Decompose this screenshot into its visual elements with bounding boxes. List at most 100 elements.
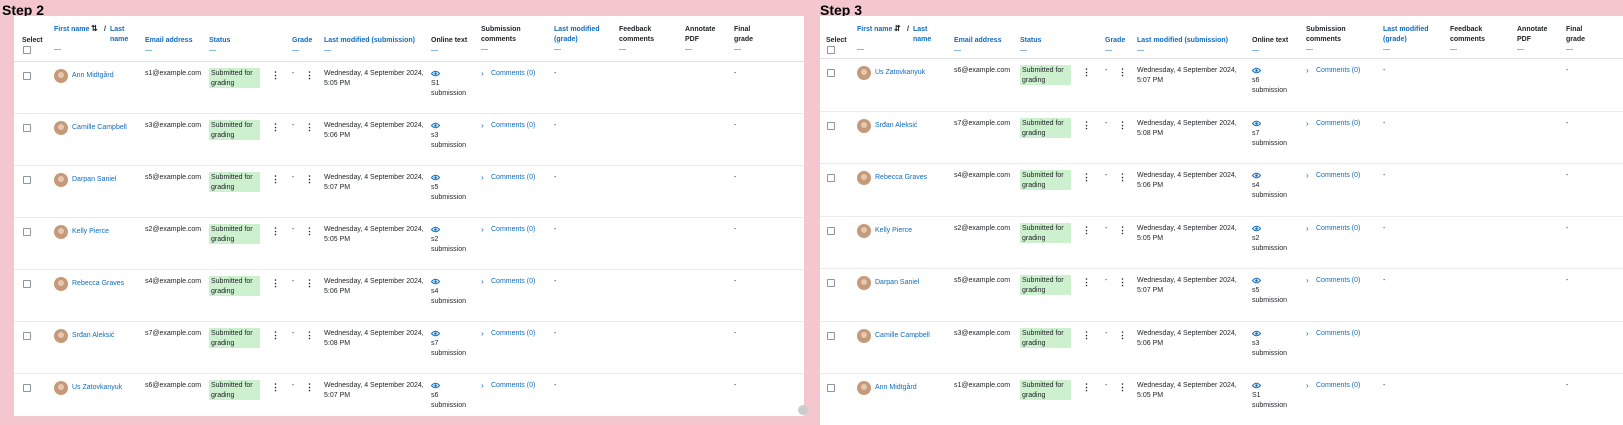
- row-select-checkbox[interactable]: [827, 226, 835, 235]
- select-all-checkbox[interactable]: [827, 46, 835, 54]
- eye-icon[interactable]: [431, 330, 440, 337]
- comments-toggle-link[interactable]: Comments (0): [491, 329, 551, 339]
- submission-comments-header-collapse-dash[interactable]: —: [1306, 45, 1313, 55]
- grade-actions-menu[interactable]: ⋮: [305, 227, 314, 236]
- chevron-right-icon[interactable]: ›: [481, 381, 484, 391]
- status-header-collapse-dash[interactable]: —: [1020, 46, 1027, 56]
- last-modified-grade-header[interactable]: Last modified (grade): [554, 25, 602, 45]
- row-select-checkbox[interactable]: [23, 72, 31, 80]
- submission-comments-header-collapse-dash[interactable]: —: [481, 45, 488, 55]
- chevron-right-icon[interactable]: ›: [481, 277, 484, 287]
- student-name-link[interactable]: Rebecca Graves: [875, 173, 955, 183]
- chevron-right-icon[interactable]: ›: [1306, 66, 1309, 76]
- student-name-link[interactable]: Us Zatovkanyuk: [72, 383, 152, 393]
- email-header[interactable]: Email address: [954, 36, 1009, 46]
- row-select-checkbox[interactable]: [23, 228, 31, 236]
- status-header-collapse-dash[interactable]: —: [209, 46, 216, 56]
- final-grade-header-collapse-dash[interactable]: —: [734, 45, 741, 55]
- chevron-right-icon[interactable]: ›: [481, 121, 484, 131]
- comments-toggle-link[interactable]: Comments (0): [491, 381, 551, 391]
- grade-actions-menu[interactable]: ⋮: [305, 175, 314, 184]
- chevron-right-icon[interactable]: ›: [1306, 329, 1309, 339]
- eye-icon[interactable]: [1252, 330, 1261, 337]
- grade-header-collapse-dash[interactable]: —: [1105, 46, 1112, 56]
- comments-toggle-link[interactable]: Comments (0): [1316, 381, 1376, 391]
- student-name-link[interactable]: Kelly Pierce: [875, 226, 955, 236]
- eye-icon[interactable]: [1252, 67, 1261, 74]
- eye-icon[interactable]: [1252, 120, 1261, 127]
- grade-actions-menu[interactable]: ⋮: [1118, 120, 1127, 130]
- comments-toggle-link[interactable]: Comments (0): [491, 225, 551, 235]
- comments-toggle-link[interactable]: Comments (0): [491, 69, 551, 79]
- grade-actions-menu[interactable]: ⋮: [1118, 173, 1127, 182]
- eye-icon[interactable]: [431, 278, 440, 285]
- status-actions-menu[interactable]: ⋮: [1082, 225, 1091, 235]
- row-select-checkbox[interactable]: [23, 176, 31, 184]
- last-modified-submission-header-collapse-dash[interactable]: —: [1137, 46, 1144, 56]
- student-name-link[interactable]: Camille Campbell: [875, 331, 955, 341]
- feedback-comments-header-collapse-dash[interactable]: —: [1450, 45, 1457, 55]
- grade-actions-menu[interactable]: ⋮: [305, 383, 314, 392]
- eye-icon[interactable]: [1252, 277, 1261, 284]
- chevron-right-icon[interactable]: ›: [1306, 224, 1309, 234]
- comments-toggle-link[interactable]: Comments (0): [1316, 66, 1376, 76]
- status-actions-menu[interactable]: ⋮: [271, 175, 280, 184]
- chevron-right-icon[interactable]: ›: [1306, 381, 1309, 391]
- eye-icon[interactable]: [431, 174, 440, 181]
- eye-icon[interactable]: [431, 226, 440, 233]
- email-header[interactable]: Email address: [145, 36, 200, 46]
- comments-toggle-link[interactable]: Comments (0): [1316, 119, 1376, 129]
- eye-icon[interactable]: [1252, 172, 1261, 179]
- collapse-dash[interactable]: —: [54, 45, 61, 55]
- row-select-checkbox[interactable]: [827, 279, 835, 287]
- online-text-header-collapse-dash[interactable]: —: [1252, 46, 1259, 56]
- first-name-sort-link[interactable]: First name: [857, 25, 892, 35]
- eye-icon[interactable]: [1252, 225, 1261, 232]
- status-actions-menu[interactable]: ⋮: [1082, 120, 1091, 130]
- comments-toggle-link[interactable]: Comments (0): [491, 277, 551, 287]
- eye-icon[interactable]: [1252, 382, 1261, 389]
- student-name-link[interactable]: Rebecca Graves: [72, 279, 152, 289]
- first-name-sort-link[interactable]: First name: [54, 25, 89, 35]
- final-grade-header-collapse-dash[interactable]: —: [1566, 45, 1573, 55]
- comments-toggle-link[interactable]: Comments (0): [491, 173, 551, 183]
- grade-header[interactable]: Grade: [292, 36, 322, 46]
- eye-icon[interactable]: [431, 122, 440, 129]
- grade-actions-menu[interactable]: ⋮: [305, 279, 314, 288]
- chevron-right-icon[interactable]: ›: [481, 329, 484, 339]
- grade-header[interactable]: Grade: [1105, 36, 1135, 46]
- chevron-right-icon[interactable]: ›: [481, 69, 484, 79]
- last-modified-submission-header[interactable]: Last modified (submission): [1137, 36, 1247, 46]
- chevron-right-icon[interactable]: ›: [481, 225, 484, 235]
- row-select-checkbox[interactable]: [23, 280, 31, 288]
- comments-toggle-link[interactable]: Comments (0): [491, 121, 551, 131]
- chevron-right-icon[interactable]: ›: [481, 173, 484, 183]
- comments-toggle-link[interactable]: Comments (0): [1316, 171, 1376, 181]
- student-name-link[interactable]: Darpan Saniel: [72, 175, 152, 185]
- status-actions-menu[interactable]: ⋮: [271, 123, 280, 132]
- status-actions-menu[interactable]: ⋮: [271, 331, 280, 340]
- collapse-dash[interactable]: —: [857, 45, 864, 55]
- status-actions-menu[interactable]: ⋮: [271, 383, 280, 392]
- last-modified-grade-header-collapse-dash[interactable]: —: [554, 45, 561, 55]
- row-select-checkbox[interactable]: [827, 69, 835, 77]
- row-select-checkbox[interactable]: [23, 384, 31, 392]
- student-name-link[interactable]: Ann Midtgård: [875, 383, 955, 393]
- grade-actions-menu[interactable]: ⋮: [1118, 278, 1127, 287]
- online-text-header-collapse-dash[interactable]: —: [431, 46, 438, 56]
- student-name-link[interactable]: Camille Campbell: [72, 123, 152, 133]
- last-name-sort-link[interactable]: Last name: [110, 25, 130, 45]
- status-actions-menu[interactable]: ⋮: [271, 71, 280, 80]
- grade-actions-menu[interactable]: ⋮: [1118, 68, 1127, 77]
- grade-actions-menu[interactable]: ⋮: [1118, 330, 1127, 340]
- row-select-checkbox[interactable]: [827, 174, 835, 182]
- student-name-link[interactable]: Kelly Pierce: [72, 227, 152, 237]
- last-modified-grade-header[interactable]: Last modified (grade): [1383, 25, 1431, 45]
- last-modified-submission-header[interactable]: Last modified (submission): [324, 36, 434, 46]
- student-name-link[interactable]: Us Zatovkanyuk: [875, 68, 955, 78]
- status-actions-menu[interactable]: ⋮: [271, 279, 280, 288]
- email-header-collapse-dash[interactable]: —: [954, 46, 961, 56]
- eye-icon[interactable]: [431, 382, 440, 389]
- status-actions-menu[interactable]: ⋮: [1082, 68, 1091, 77]
- comments-toggle-link[interactable]: Comments (0): [1316, 224, 1376, 234]
